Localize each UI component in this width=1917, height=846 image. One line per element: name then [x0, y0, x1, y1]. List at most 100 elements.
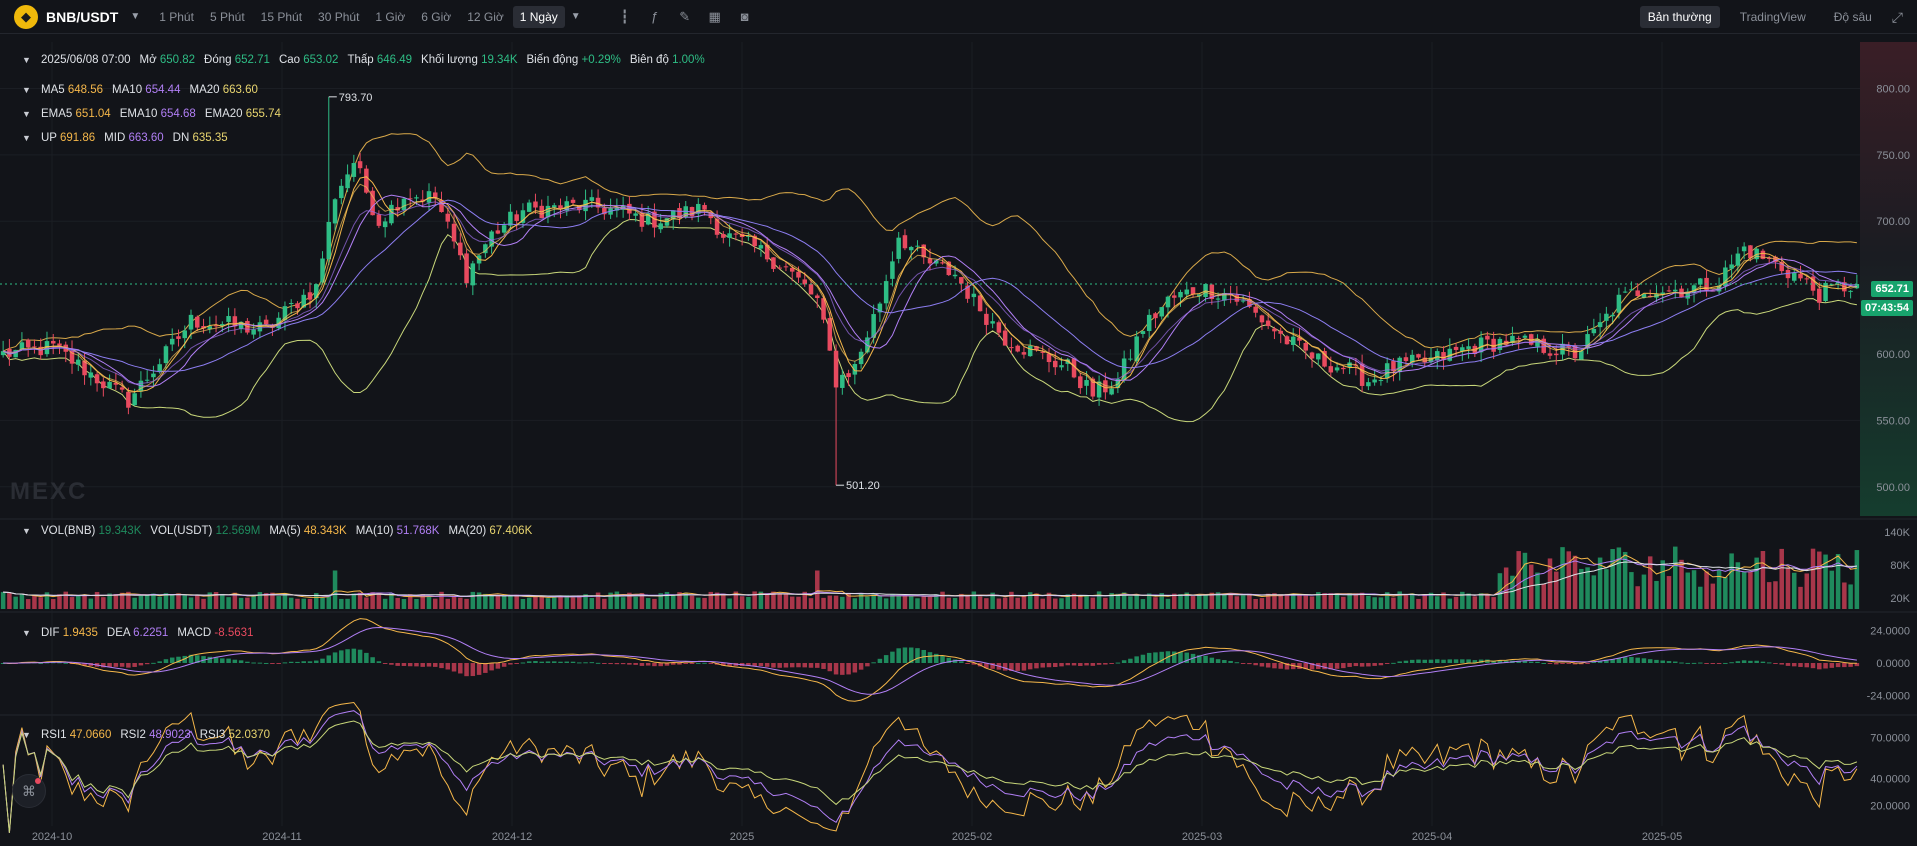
- macd-histogram-bar: [1453, 659, 1459, 663]
- volume-bar: [1766, 582, 1772, 609]
- volume-bar: [376, 593, 382, 609]
- view-tabs: Bản thường TradingView Độ sâu ⤢: [1639, 0, 1903, 34]
- macd-histogram-bar: [1146, 652, 1152, 663]
- macd-histogram-bar: [1384, 663, 1390, 664]
- tab-depth[interactable]: Độ sâu: [1826, 6, 1880, 28]
- interval-5m[interactable]: 5 Phút: [203, 6, 252, 28]
- macd-histogram-bar: [339, 650, 344, 663]
- interval-1h[interactable]: 1 Giờ: [368, 6, 412, 28]
- volume-bar: [201, 598, 206, 609]
- collapse-chevron-icon[interactable]: ▼: [22, 526, 32, 536]
- collapse-chevron-icon[interactable]: ▼: [22, 628, 32, 638]
- tab-basic[interactable]: Bản thường: [1639, 6, 1720, 28]
- macd-histogram-bar: [1021, 663, 1027, 671]
- macd-histogram-bar: [871, 662, 876, 664]
- volume-bar: [1785, 567, 1791, 609]
- macd-histogram-bar: [927, 652, 933, 663]
- interval-1d[interactable]: 1 Ngày: [512, 5, 565, 28]
- macd-histogram-bar: [401, 663, 407, 666]
- candle-body: [1303, 342, 1309, 351]
- volume-bar: [13, 596, 18, 609]
- macd-histogram-bar: [1228, 660, 1233, 663]
- symbol-selector[interactable]: ◆ BNB/USDT ▼: [0, 0, 152, 34]
- rsi3-value: 52.0370: [228, 729, 271, 741]
- macd-histogram-bar: [1791, 663, 1797, 667]
- volume-bar: [852, 598, 858, 609]
- interval-more-chevron-icon[interactable]: ▼: [571, 11, 581, 22]
- x-tick-5: 2025-03: [1182, 831, 1222, 843]
- macd-histogram-bar: [526, 661, 532, 663]
- camera-icon[interactable]: ◙: [737, 9, 753, 25]
- collapse-chevron-icon[interactable]: ▼: [22, 109, 32, 119]
- macd-value: -8.5631: [214, 627, 254, 639]
- top-toolbar: ◆ BNB/USDT ▼ 1 Phút 5 Phút 15 Phút 30 Ph…: [0, 0, 1917, 34]
- interval-12h[interactable]: 12 Giờ: [460, 6, 511, 28]
- collapse-chevron-icon[interactable]: ▼: [22, 55, 32, 65]
- macd-histogram-bar: [1278, 663, 1283, 669]
- chat-button[interactable]: ⌘: [12, 774, 46, 808]
- candle-body: [1316, 353, 1321, 360]
- volume-bar: [1641, 574, 1647, 609]
- macd-histogram-bar: [1566, 663, 1572, 664]
- fullscreen-icon[interactable]: ⤢: [1892, 9, 1903, 26]
- boll-upper-line: [2, 133, 1857, 352]
- collapse-chevron-icon[interactable]: ▼: [22, 730, 32, 740]
- chevron-down-icon[interactable]: ▼: [130, 11, 140, 22]
- macd-histogram-bar: [1347, 663, 1352, 667]
- macd-histogram-bar: [1704, 663, 1709, 664]
- macd-histogram-bar: [295, 661, 300, 663]
- candle-body: [119, 387, 125, 390]
- macd-histogram-bar: [1716, 663, 1722, 664]
- volume-bar: [1015, 597, 1020, 609]
- macd-histogram-bar: [238, 660, 244, 663]
- macd-histogram-bar: [577, 662, 582, 664]
- pencil-icon[interactable]: ✎: [677, 9, 693, 25]
- interval-15m[interactable]: 15 Phút: [254, 6, 309, 28]
- volume-bar: [558, 596, 563, 609]
- candle-body: [1384, 363, 1390, 379]
- collapse-chevron-icon[interactable]: ▼: [22, 85, 32, 95]
- layout-icon[interactable]: ▦: [707, 9, 723, 25]
- volume-bar: [908, 596, 914, 609]
- tab-tradingview[interactable]: TradingView: [1732, 6, 1814, 28]
- macd-histogram-bar: [1209, 657, 1215, 663]
- macd-histogram-bar: [1378, 663, 1384, 666]
- volume-bar: [702, 597, 707, 609]
- candle-body: [1278, 330, 1283, 334]
- collapse-chevron-icon[interactable]: ▼: [22, 133, 32, 143]
- candle-type-icon[interactable]: ┇: [617, 9, 633, 25]
- volume-bar: [1140, 599, 1146, 609]
- macd-histogram-bar: [1773, 663, 1778, 664]
- macd-histogram-bar: [1140, 654, 1146, 663]
- macd-histogram-bar: [764, 663, 770, 667]
- indicator-icon[interactable]: ƒ: [647, 9, 663, 25]
- ohlc-high: 653.02: [303, 54, 339, 66]
- interval-30m[interactable]: 30 Phút: [311, 6, 366, 28]
- macd-histogram-bar: [1359, 663, 1365, 667]
- macd-histogram-bar: [476, 663, 482, 675]
- ohlc-date: 2025/06/08 07:00: [41, 54, 131, 66]
- candle-body: [902, 235, 908, 249]
- macd-histogram-bar: [915, 648, 920, 663]
- macd-histogram-bar: [1823, 663, 1828, 669]
- candlestick-chart[interactable]: 800.00 750.00 700.00 600.00 550.00 500.00 2024…: [0, 34, 1917, 846]
- candle-body: [88, 372, 94, 378]
- interval-6h[interactable]: 6 Giờ: [414, 6, 458, 28]
- volume-bar: [1347, 593, 1352, 609]
- macd-histogram-bar: [1259, 663, 1265, 667]
- volume-bar: [952, 597, 958, 609]
- volume-bar: [1842, 582, 1847, 609]
- macd-histogram-bar: [1215, 659, 1221, 663]
- volume-bar: [821, 597, 826, 609]
- volume-bar: [727, 598, 732, 609]
- candle-body: [1485, 335, 1490, 340]
- price-tick-1: 750.00: [1876, 150, 1910, 162]
- macd-histogram-bar: [1723, 662, 1728, 664]
- macd-histogram-bar: [1002, 663, 1008, 671]
- volume-bar: [1791, 572, 1797, 609]
- interval-1m[interactable]: 1 Phút: [152, 6, 201, 28]
- macd-histogram-bar: [1034, 663, 1039, 669]
- rsi3-line: [2, 720, 1858, 833]
- macd-histogram-bar: [420, 663, 425, 667]
- vol-tick-0: 140K: [1884, 527, 1910, 539]
